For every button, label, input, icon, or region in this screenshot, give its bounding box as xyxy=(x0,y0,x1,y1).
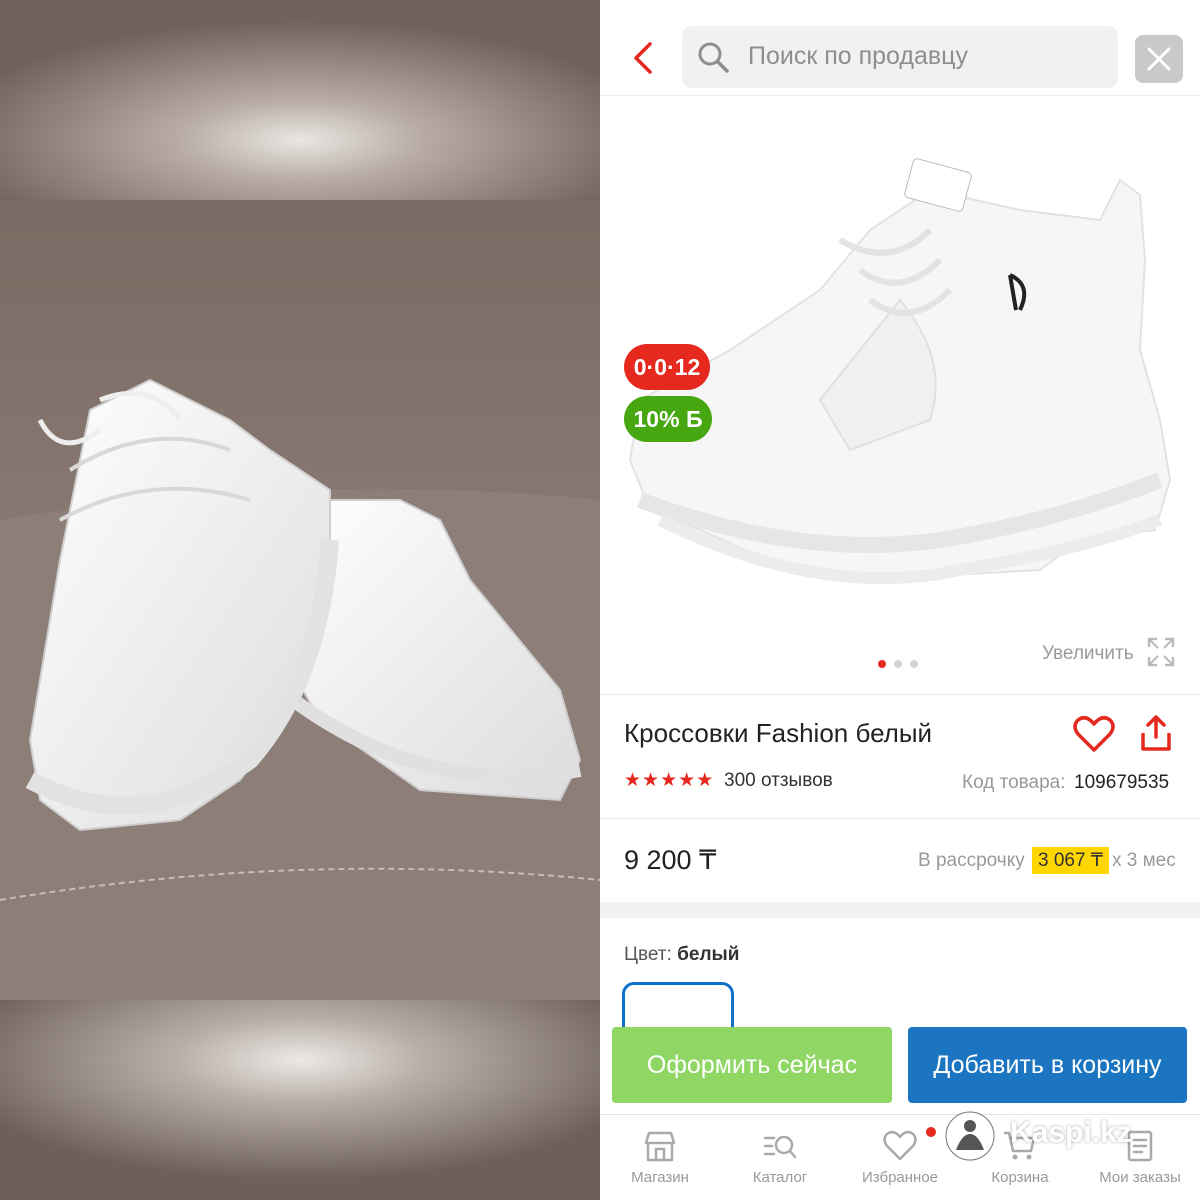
divider xyxy=(600,818,1200,819)
carousel-dots xyxy=(878,660,918,668)
installment-amount: 3 067 ₸ xyxy=(1032,847,1109,874)
photo-left xyxy=(0,0,600,1200)
zoom-label[interactable]: Увеличить xyxy=(1042,643,1134,665)
product-title: Кроссовки Fashion белый xyxy=(624,718,933,748)
section-separator xyxy=(600,902,1200,918)
share-icon[interactable] xyxy=(1138,713,1174,753)
nav-label: Магазин xyxy=(631,1169,689,1186)
star-icon: ★ xyxy=(660,770,678,791)
app-screen: Поиск по продавцу 0·0·12 10% Б Увеличить xyxy=(600,0,1200,1200)
favorites-notification-dot xyxy=(926,1127,936,1137)
star-icon: ★ xyxy=(624,770,642,791)
product-image xyxy=(628,158,1172,585)
expand-icon[interactable] xyxy=(1146,636,1176,668)
search-placeholder: Поиск по продавцу xyxy=(748,42,968,70)
sneaker-photo xyxy=(0,0,600,1200)
kaspi-watermark: Kaspi.kz xyxy=(944,1108,1184,1168)
carousel-dot[interactable] xyxy=(894,660,902,668)
reviews-link[interactable]: 300 отзывов xyxy=(724,770,833,792)
kaspi-logo-icon xyxy=(945,1111,995,1161)
color-row: Цвет: белый xyxy=(624,944,739,966)
nav-label: Избранное xyxy=(861,1169,939,1186)
watermark-text: Kaspi.kz xyxy=(1010,1116,1132,1149)
product-image-carousel[interactable] xyxy=(600,100,1200,690)
star-icon: ★ xyxy=(678,770,696,791)
divider xyxy=(600,694,1200,695)
color-value: белый xyxy=(677,944,740,965)
star-icon: ★ xyxy=(642,770,660,791)
add-to-cart-button[interactable]: Добавить в корзину xyxy=(908,1027,1187,1103)
installment-badge: 0·0·12 xyxy=(624,344,710,390)
carousel-dot[interactable] xyxy=(910,660,918,668)
top-bar: Поиск по продавцу xyxy=(600,0,1200,96)
checkout-now-button[interactable]: Оформить сейчас xyxy=(612,1027,892,1103)
search-input[interactable]: Поиск по продавцу xyxy=(682,26,1118,88)
sku-value: 109679535 xyxy=(1074,772,1170,793)
bonus-badge: 10% Б xyxy=(624,396,712,442)
clear-search-button[interactable] xyxy=(1135,35,1183,83)
sku-label: Код товара: xyxy=(962,772,1066,793)
nav-item-catalog[interactable]: Каталог xyxy=(720,1115,840,1200)
nav-item-favorites[interactable]: Избранное xyxy=(840,1115,960,1200)
back-arrow-icon[interactable] xyxy=(626,38,662,78)
catalog-icon xyxy=(763,1135,797,1159)
search-icon xyxy=(698,42,729,73)
star-icon: ★ xyxy=(696,770,714,791)
installment-term: x 3 мес xyxy=(1112,850,1176,871)
carousel-dot[interactable] xyxy=(878,660,886,668)
installment-label: В рассрочку xyxy=(918,850,1025,871)
nav-label: Каталог xyxy=(752,1169,808,1186)
shop-icon xyxy=(644,1131,676,1162)
nav-item-shop[interactable]: Магазин xyxy=(600,1115,720,1200)
nav-label: Корзина xyxy=(991,1169,1049,1186)
close-icon xyxy=(1147,47,1171,71)
color-label: Цвет: xyxy=(624,944,672,965)
price: 9 200 ₸ xyxy=(624,845,717,875)
heart-icon xyxy=(883,1130,917,1161)
rating-stars: ★ ★ ★ ★ ★ xyxy=(624,770,713,792)
nav-label: Мои заказы xyxy=(1099,1169,1181,1186)
favorite-heart-icon[interactable] xyxy=(1072,714,1116,754)
